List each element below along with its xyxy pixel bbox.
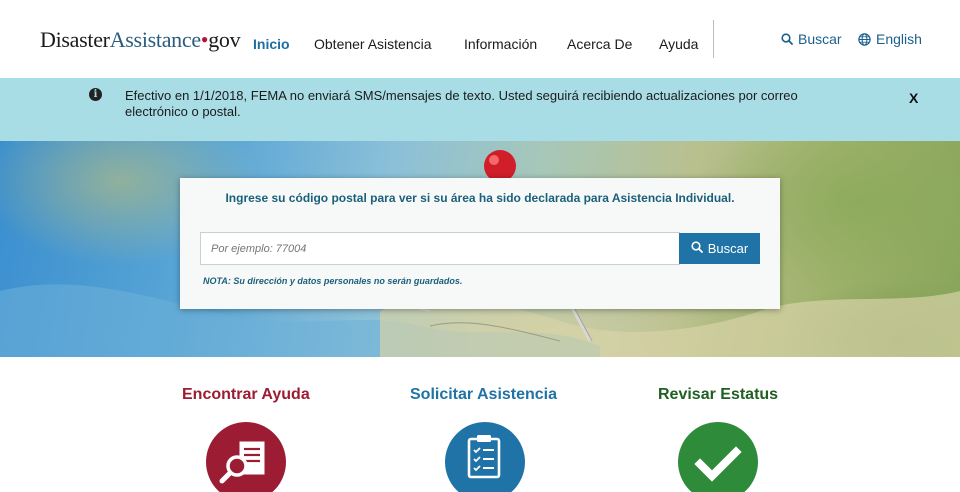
feature-title-revisar-estatus[interactable]: Revisar Estatus xyxy=(658,386,778,404)
language-label: English xyxy=(876,31,922,47)
nav-item-ayuda[interactable]: Ayuda xyxy=(659,36,698,52)
clipboard-checklist-icon[interactable] xyxy=(445,422,525,492)
logo-part-assistance: Assistance xyxy=(109,27,201,52)
zip-search-card: Ingrese su código postal para ver si su … xyxy=(180,178,780,309)
logo-part-gov: gov xyxy=(208,27,241,52)
globe-icon xyxy=(858,32,871,46)
zip-search-prompt: Ingrese su código postal para ver si su … xyxy=(225,191,735,205)
alert-banner: i Efectivo en 1/1/2018, FEMA no enviará … xyxy=(0,78,960,141)
feature-title-encontrar-ayuda[interactable]: Encontrar Ayuda xyxy=(182,386,310,404)
feature-title-solicitar-asistencia[interactable]: Solicitar Asistencia xyxy=(410,386,557,404)
site-header: DisasterAssistance•gov Inicio Obtener As… xyxy=(0,0,960,78)
nav-divider xyxy=(713,20,714,58)
nav-item-informacion[interactable]: Información xyxy=(464,36,537,52)
alert-message: Efectivo en 1/1/2018, FEMA no enviará SM… xyxy=(125,88,798,119)
checkmark-icon[interactable] xyxy=(678,422,758,492)
header-search-label: Buscar xyxy=(798,31,842,47)
search-icon xyxy=(781,33,793,45)
zip-search-button-label: Buscar xyxy=(707,241,749,256)
logo-part-disaster: Disaster xyxy=(40,27,110,52)
search-icon xyxy=(691,241,703,256)
nav-item-inicio[interactable]: Inicio xyxy=(253,36,290,52)
info-icon: i xyxy=(89,88,102,101)
header-search-link[interactable]: Buscar xyxy=(781,31,842,47)
site-logo[interactable]: DisasterAssistance•gov xyxy=(40,27,241,52)
zip-search-button[interactable]: Buscar xyxy=(679,233,760,264)
language-toggle[interactable]: English xyxy=(858,31,922,47)
search-document-icon[interactable] xyxy=(206,422,286,492)
alert-close-button[interactable]: X xyxy=(909,90,918,106)
nav-item-acerca-de[interactable]: Acerca De xyxy=(567,36,632,52)
privacy-note: NOTA: Su dirección y datos personales no… xyxy=(203,276,463,286)
zip-code-input[interactable]: Por ejemplo: 77004 xyxy=(200,232,680,265)
nav-item-obtener-asistencia[interactable]: Obtener Asistencia xyxy=(314,36,432,52)
